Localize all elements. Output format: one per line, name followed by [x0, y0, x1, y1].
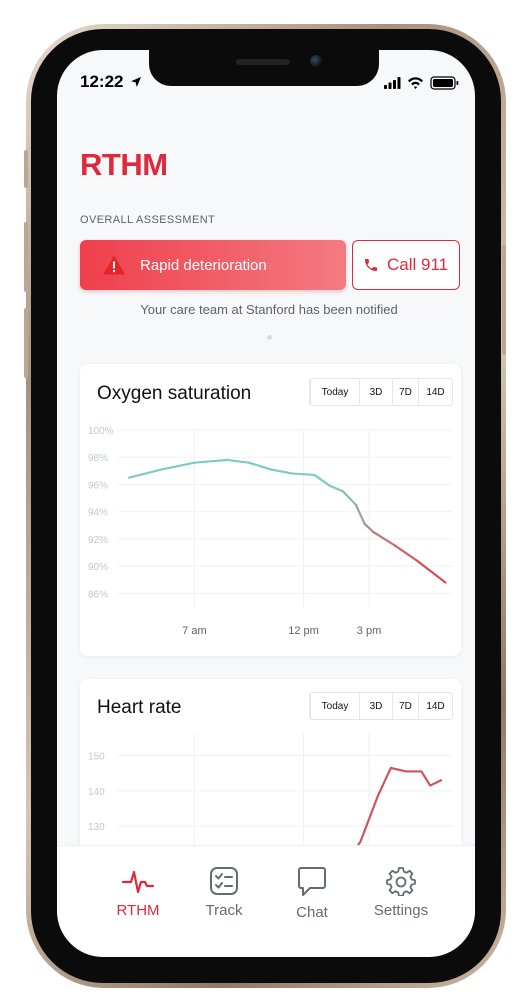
page-indicator-dot [267, 335, 272, 340]
oxygen-line-segment [226, 458, 251, 464]
status-icons [384, 76, 459, 90]
app-logo: RTHM [80, 147, 168, 182]
chat-bubble-icon [298, 867, 326, 896]
oxygen-line-segment [269, 468, 294, 475]
call-911-button[interactable]: Call 911 [352, 240, 460, 290]
oxygen-line-segment [160, 461, 196, 471]
gear-icon [386, 867, 416, 896]
battery-icon [430, 76, 459, 90]
section-label-overall-assessment: OVERALL ASSESSMENT [80, 214, 216, 226]
oxygen-saturation-card: Oxygen saturation Today 3D 7D 14D 100% 98… [80, 364, 461, 656]
oxygen-saturation-chart: 100% 98% 96% 94% 92% 90% 86% 7 am 12 pm 3 pm [88, 426, 452, 637]
alert-label: Rapid deterioration [140, 256, 267, 274]
oxygen-line-segment [341, 490, 358, 506]
oxygen-line-segment [291, 472, 316, 477]
volume-down-button [24, 308, 28, 378]
y-tick-label: 94% [88, 508, 108, 519]
bottom-tab-bar: RTHM Track Chat Settings [57, 845, 475, 957]
tab-rthm[interactable]: RTHM [103, 866, 173, 919]
y-tick-label: 150 [88, 752, 105, 763]
notch [149, 50, 379, 86]
oxygen-line-segment [415, 559, 447, 584]
oxygen-line-segment [354, 503, 366, 526]
y-tick-label: 98% [88, 453, 108, 464]
tab-track[interactable]: Track [189, 866, 259, 919]
checklist-icon [210, 867, 238, 895]
tab-label: Settings [373, 902, 429, 919]
oxygen-line-segment [247, 461, 272, 471]
y-tick-label: 140 [88, 787, 105, 798]
tab-label: RTHM [116, 902, 160, 919]
tab-label: Chat [296, 904, 328, 921]
pulse-icon [121, 870, 155, 894]
rapid-deterioration-alert[interactable]: Rapid deterioration [80, 240, 346, 290]
tab-settings[interactable]: Settings [363, 866, 439, 919]
y-tick-label: 86% [88, 589, 108, 600]
x-tick-label: 3 pm [357, 625, 381, 637]
y-tick-label: 96% [88, 480, 108, 491]
cellular-signal-icon [384, 77, 401, 89]
oxygen-line-segment [193, 458, 229, 464]
oxygen-line-segment [394, 544, 419, 562]
power-button [502, 245, 506, 355]
oxygen-line-segment [127, 468, 163, 479]
volume-up-button [24, 222, 28, 292]
mute-switch [24, 150, 28, 188]
tab-chat[interactable]: Chat [277, 866, 347, 921]
tab-label: Track [205, 902, 243, 919]
location-arrow-icon [131, 77, 141, 87]
x-tick-label: 12 pm [288, 625, 319, 637]
warning-icon [103, 255, 125, 275]
y-tick-label: 100% [88, 426, 114, 437]
status-time: 12:22 [80, 72, 124, 91]
care-team-notice: Your care team at Stanford has been noti… [140, 302, 398, 317]
earpiece-speaker [236, 59, 290, 65]
front-camera [310, 55, 322, 67]
oxygen-line-segment [328, 484, 344, 493]
y-tick-label: 130 [88, 822, 105, 833]
wifi-icon [408, 77, 423, 89]
phone-icon [365, 259, 377, 271]
x-tick-label: 7 am [182, 625, 206, 637]
call-911-label: Call 911 [387, 255, 449, 274]
y-tick-label: 92% [88, 535, 108, 546]
y-tick-label: 90% [88, 562, 108, 573]
